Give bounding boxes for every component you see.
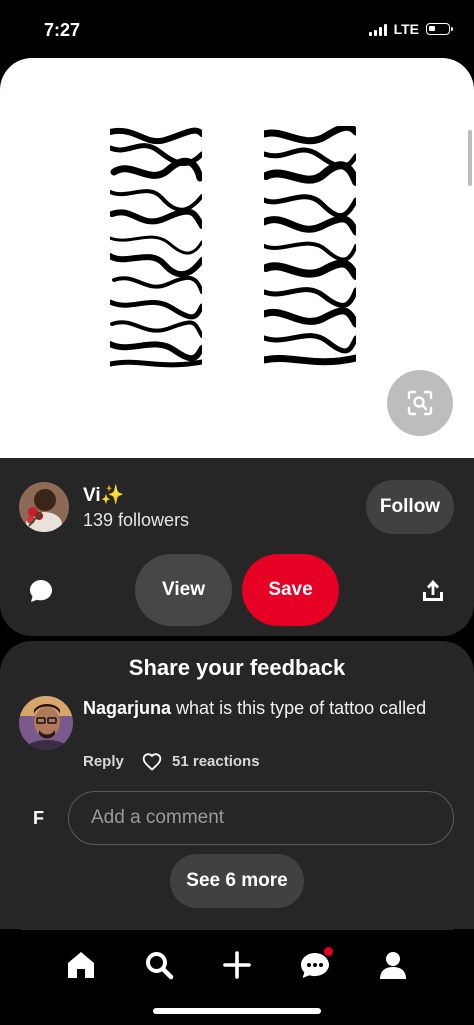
user-initial-avatar[interactable]: F	[33, 808, 44, 829]
follow-button[interactable]: Follow	[366, 480, 454, 534]
creator-name[interactable]: Vi✨	[83, 483, 124, 507]
save-button[interactable]: Save	[242, 554, 339, 626]
comment-text: Nagarjuna what is this type of tattoo ca…	[83, 697, 443, 720]
status-indicators: LTE	[368, 21, 453, 37]
feedback-section: Share your feedback Nagarjuna what is th…	[0, 641, 474, 929]
commenter-avatar-image	[19, 696, 73, 750]
heart-icon[interactable]	[142, 752, 162, 772]
tattoo-design-right	[264, 126, 356, 370]
search-icon	[146, 952, 174, 980]
comment-input[interactable]	[68, 791, 454, 845]
home-icon	[68, 952, 94, 978]
plus-icon	[223, 951, 251, 979]
view-button[interactable]: View	[135, 554, 232, 626]
follower-count: 139 followers	[83, 510, 190, 530]
pin-action-panel: Vi✨ 139 followers Follow View Save	[0, 458, 474, 636]
scroll-indicator	[468, 130, 472, 186]
chat-bubble-icon[interactable]	[28, 578, 54, 604]
status-bar: 7:27 LTE	[0, 0, 474, 58]
nav-messages[interactable]	[293, 943, 337, 987]
home-indicator	[153, 1008, 321, 1014]
nav-search[interactable]	[137, 943, 181, 987]
nav-home[interactable]	[59, 943, 103, 987]
notification-dot	[324, 947, 333, 956]
section-divider	[20, 927, 454, 930]
signal-icon	[368, 23, 387, 36]
battery-icon	[426, 23, 453, 35]
profile-icon	[380, 952, 406, 979]
visual-search-button[interactable]	[387, 370, 453, 436]
reply-button[interactable]: Reply	[83, 753, 124, 770]
creator-avatar-image	[19, 482, 69, 532]
commenter-avatar[interactable]	[19, 696, 73, 750]
nav-create[interactable]	[215, 943, 259, 987]
feedback-title: Share your feedback	[128, 655, 346, 680]
reaction-count: 51 reactions	[172, 753, 260, 770]
nav-profile[interactable]	[371, 943, 415, 987]
share-icon[interactable]	[420, 578, 446, 604]
creator-avatar[interactable]	[19, 482, 69, 532]
see-more-button[interactable]: See 6 more	[170, 854, 304, 908]
comment-author[interactable]: Nagarjuna	[83, 698, 171, 718]
visual-search-icon	[407, 390, 433, 416]
comment-body: what is this type of tattoo called	[176, 698, 427, 718]
network-label: LTE	[393, 21, 419, 37]
status-time: 7:27	[44, 20, 81, 40]
tattoo-design-left	[110, 126, 202, 370]
pin-image[interactable]	[0, 58, 474, 458]
